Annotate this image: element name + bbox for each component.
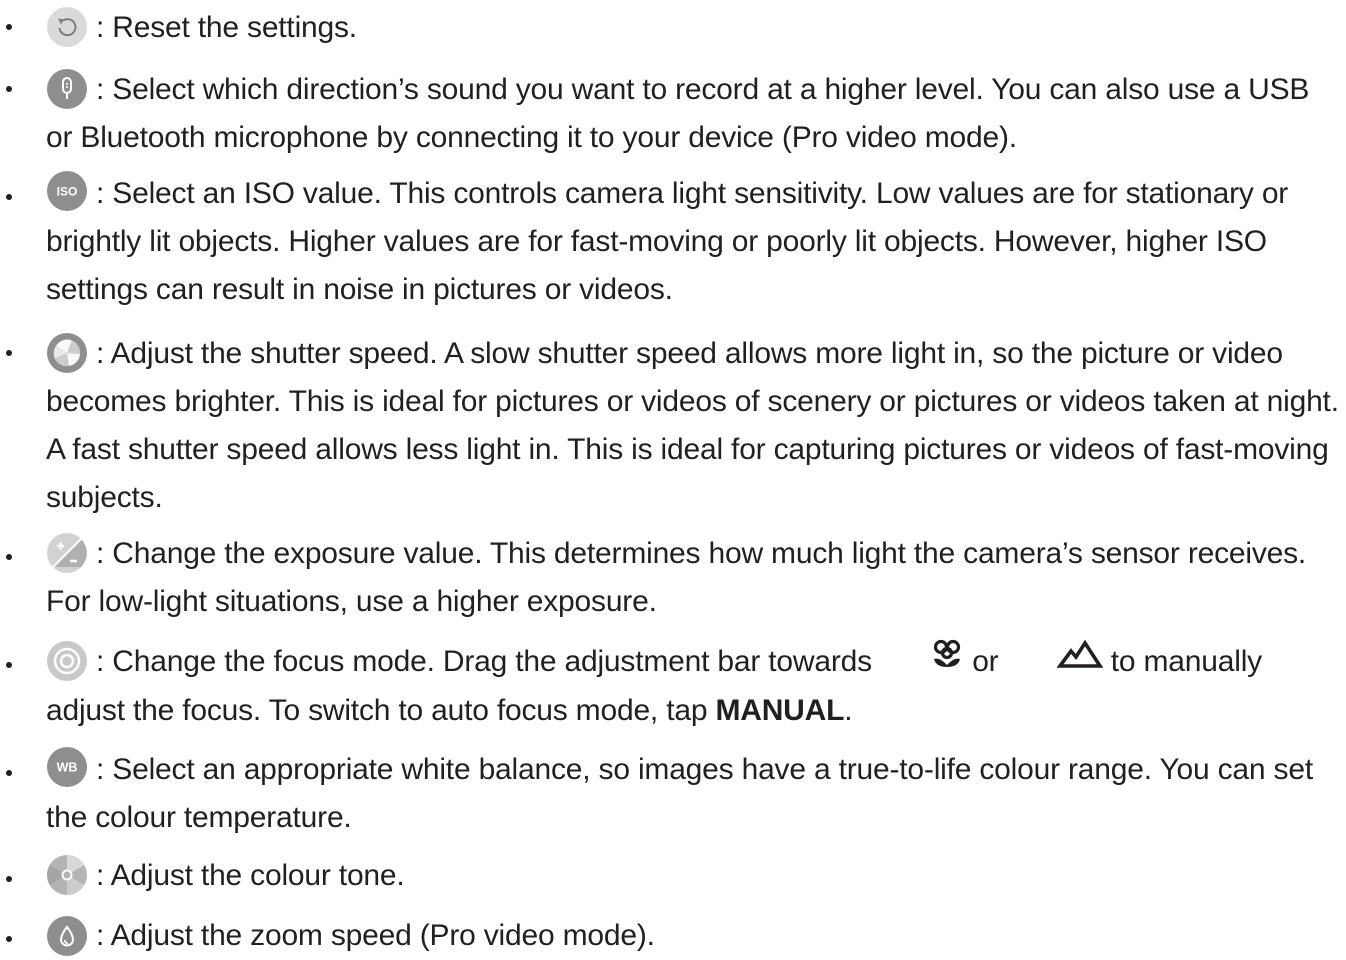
bullet xyxy=(6,936,12,942)
item-text-part: : Change the focus mode. Drag the adjust… xyxy=(96,645,872,678)
bullet xyxy=(6,876,12,882)
manual-label: MANUAL xyxy=(715,694,845,728)
item-text: : Select an appropriate white balance, s… xyxy=(46,753,1313,834)
item-text: : Select an ISO value. This controls cam… xyxy=(46,177,1289,306)
bullet xyxy=(6,770,12,776)
bullet xyxy=(6,350,12,356)
bullet xyxy=(6,554,12,560)
item-text: : Adjust the shutter speed. A slow shutt… xyxy=(46,337,1339,514)
item-text: : Change the exposure value. This determ… xyxy=(46,537,1307,618)
item-text: : Reset the settings. xyxy=(96,11,357,44)
item-text-part: or xyxy=(972,645,999,678)
item-text: : Select which direction’s sound you wan… xyxy=(46,73,1310,154)
item-text: : Change the focus mode. Drag the adjust… xyxy=(46,638,1341,735)
bullet xyxy=(6,194,12,200)
bullet xyxy=(6,24,12,30)
item-text-part: . xyxy=(844,694,853,728)
item-text: : Adjust the colour tone. xyxy=(96,859,405,892)
bullet xyxy=(6,662,12,668)
item-text: : Adjust the zoom speed (Pro video mode)… xyxy=(96,919,655,952)
bullet xyxy=(6,86,12,92)
macro-flower-icon xyxy=(880,636,964,684)
landscape-mountain-icon xyxy=(1007,636,1103,684)
